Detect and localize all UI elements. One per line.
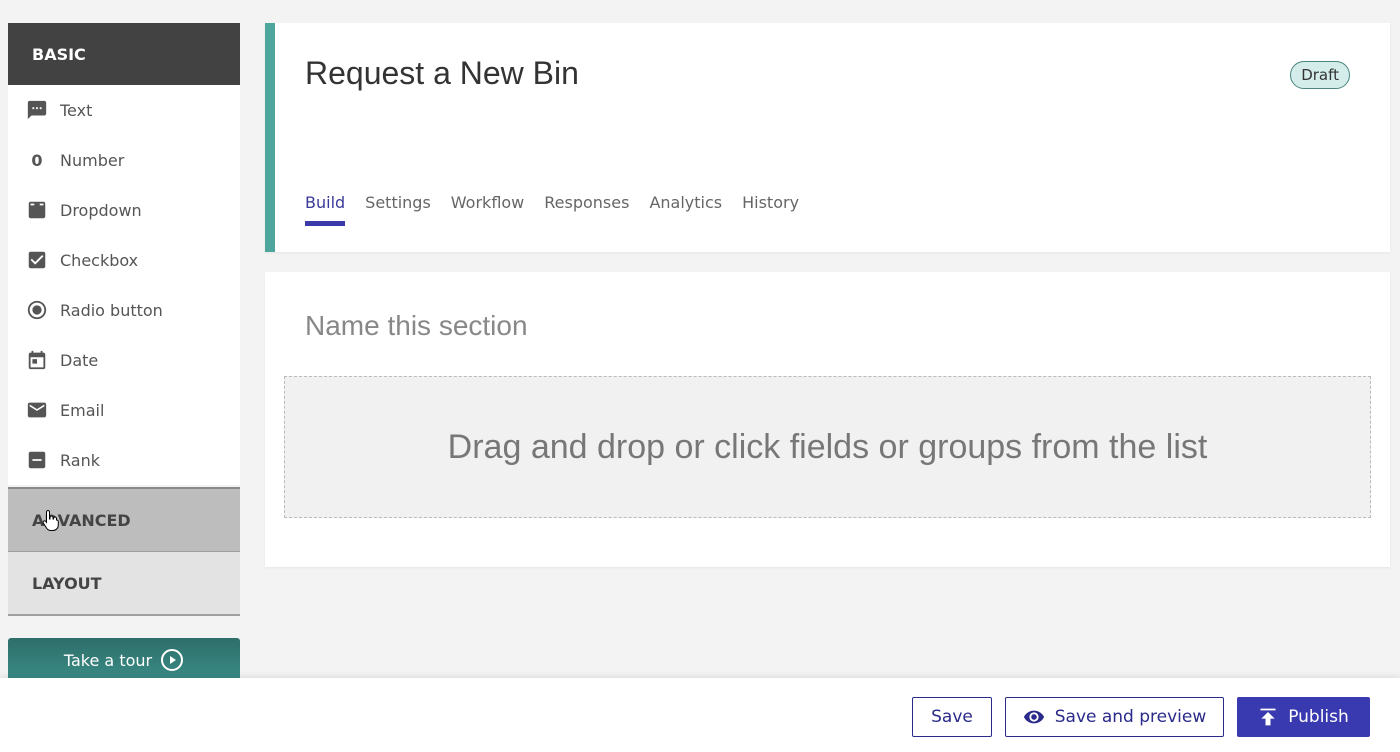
- text-icon: [26, 99, 48, 121]
- field-item-checkbox[interactable]: Checkbox: [8, 235, 240, 285]
- tab-build[interactable]: Build: [305, 193, 346, 226]
- field-item-email[interactable]: Email: [8, 385, 240, 435]
- take-tour-button[interactable]: Take a tour: [8, 638, 240, 682]
- field-item-label: Number: [60, 150, 125, 170]
- action-bar: Save Save and preview Publish: [0, 678, 1400, 752]
- field-item-label: Dropdown: [60, 200, 142, 220]
- field-item-label: Rank: [60, 450, 100, 470]
- field-item-label: Date: [60, 350, 99, 370]
- dropdown-icon: [26, 199, 48, 221]
- rank-icon: [26, 449, 48, 471]
- field-item-label: Email: [60, 400, 105, 420]
- category-advanced-header[interactable]: ADVANCED: [8, 487, 240, 551]
- dropzone-text: Drag and drop or click fields or groups …: [447, 427, 1208, 466]
- field-item-label: Radio button: [60, 300, 163, 320]
- save-and-preview-button[interactable]: Save and preview: [1005, 697, 1224, 737]
- calendar-icon: [26, 349, 48, 371]
- basic-field-list: Text 0 Number Dropdown Checkbox Radio bu…: [8, 85, 240, 485]
- publish-button[interactable]: Publish: [1237, 697, 1370, 737]
- field-palette-sidebar: BASIC Text 0 Number Dropdown Checkbox Ra…: [8, 23, 240, 616]
- field-item-label: Checkbox: [60, 250, 139, 270]
- form-tabs: Build Settings Workflow Responses Analyt…: [305, 193, 819, 226]
- tab-responses[interactable]: Responses: [544, 193, 629, 226]
- upload-icon: [1260, 708, 1276, 726]
- save-button[interactable]: Save: [912, 697, 992, 737]
- email-icon: [26, 399, 48, 421]
- field-dropzone[interactable]: Drag and drop or click fields or groups …: [284, 376, 1371, 518]
- save-button-label: Save: [931, 707, 973, 727]
- tab-history[interactable]: History: [742, 193, 799, 226]
- category-basic-label: BASIC: [32, 44, 86, 64]
- category-layout-label: LAYOUT: [32, 573, 102, 593]
- section-name-input[interactable]: Name this section: [305, 310, 528, 342]
- category-basic-header[interactable]: BASIC: [8, 23, 240, 85]
- save-and-preview-label: Save and preview: [1054, 707, 1207, 727]
- form-title[interactable]: Request a New Bin: [305, 55, 579, 92]
- tab-workflow[interactable]: Workflow: [451, 193, 524, 226]
- eye-icon: [1023, 710, 1044, 724]
- form-header-card: Request a New Bin Draft Build Settings W…: [265, 23, 1390, 252]
- field-item-text[interactable]: Text: [8, 85, 240, 135]
- publish-button-label: Publish: [1288, 707, 1349, 727]
- field-item-rank[interactable]: Rank: [8, 435, 240, 485]
- field-item-dropdown[interactable]: Dropdown: [8, 185, 240, 235]
- field-item-number[interactable]: 0 Number: [8, 135, 240, 185]
- category-layout-header[interactable]: LAYOUT: [8, 551, 240, 616]
- checkbox-icon: [26, 249, 48, 271]
- take-tour-label: Take a tour: [63, 650, 153, 670]
- radio-icon: [26, 299, 48, 321]
- form-section-card: Name this section Drag and drop or click…: [265, 272, 1390, 567]
- number-icon: 0: [31, 150, 43, 170]
- hand-cursor-icon: [42, 509, 59, 531]
- field-item-radio[interactable]: Radio button: [8, 285, 240, 335]
- tab-analytics[interactable]: Analytics: [649, 193, 722, 226]
- tab-settings[interactable]: Settings: [365, 193, 431, 226]
- field-item-label: Text: [60, 100, 93, 120]
- play-circle-icon: [161, 649, 184, 671]
- field-item-date[interactable]: Date: [8, 335, 240, 385]
- status-badge: Draft: [1290, 61, 1350, 89]
